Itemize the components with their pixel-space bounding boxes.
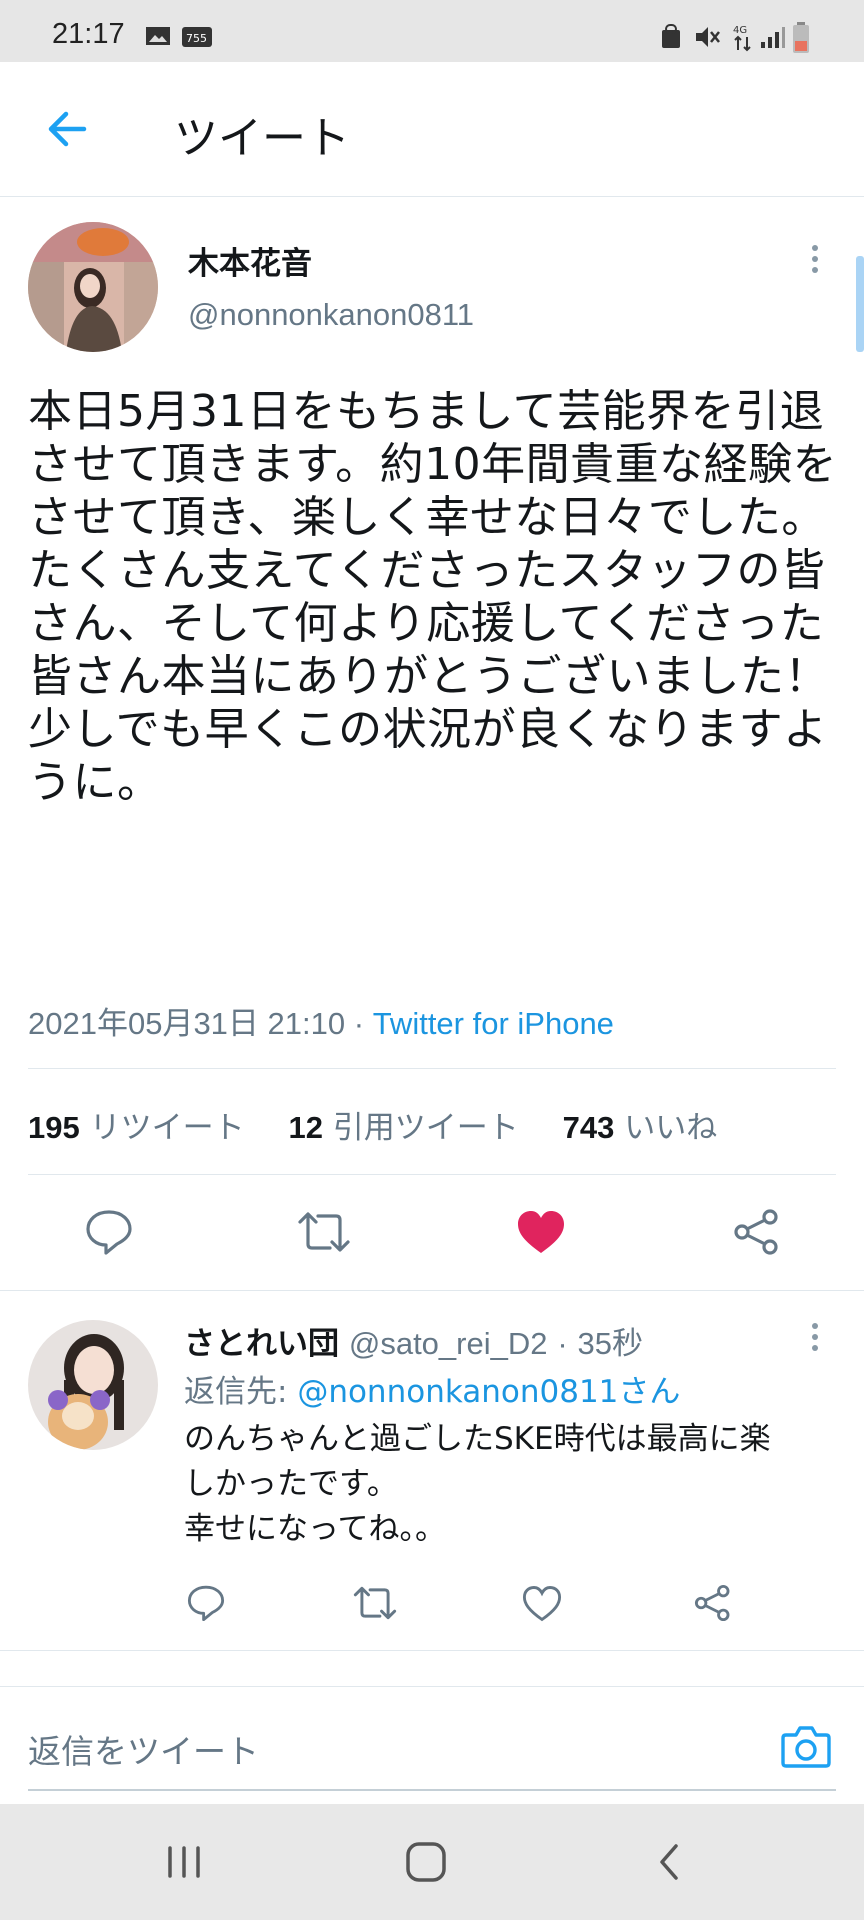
reply-time: 35秒 xyxy=(577,1326,644,1361)
reply-text-line: のんちゃんと過ごしたSKE時代は最高に楽 xyxy=(184,1421,771,1457)
reply-icon[interactable] xyxy=(84,1208,134,1256)
meta-separator: · xyxy=(353,1006,365,1041)
divider xyxy=(28,1068,836,1069)
battery-icon xyxy=(793,22,809,53)
share-icon[interactable] xyxy=(732,1208,782,1256)
reply-input[interactable]: 返信をツイート xyxy=(28,1725,259,1773)
top-app-bar: ツイート xyxy=(0,62,864,197)
author-name[interactable]: 木本花音 xyxy=(188,238,312,283)
likes-stat[interactable]: 743 いいね xyxy=(563,1110,718,1146)
system-nav-bar xyxy=(0,1804,864,1920)
reply-share-icon[interactable] xyxy=(693,1584,733,1622)
reply-separator: · xyxy=(557,1326,568,1361)
reply-author-name[interactable]: さとれい団 xyxy=(184,1326,339,1362)
scrollbar[interactable] xyxy=(856,256,864,352)
app-badge-icon: 755 xyxy=(182,27,212,47)
reply-to-label: 返信先: xyxy=(184,1374,298,1410)
recent-apps-icon[interactable] xyxy=(164,1844,204,1880)
page-title: ツイート xyxy=(174,113,350,164)
reply-to-handle-link[interactable]: @nonnonkanon0811さん xyxy=(297,1374,680,1410)
avatar[interactable] xyxy=(28,222,158,352)
system-back-icon[interactable] xyxy=(654,1842,684,1882)
tweet-timestamp: 2021年05月31日 21:10 xyxy=(28,1006,346,1041)
reply-text-line: しかったです。 xyxy=(184,1466,398,1502)
retweet-icon[interactable] xyxy=(296,1210,352,1254)
retweets-stat[interactable]: 195 リツイート xyxy=(28,1110,245,1146)
reply-composer[interactable]: 返信をツイート xyxy=(0,1686,864,1803)
like-icon-filled[interactable] xyxy=(516,1209,566,1255)
author-handle[interactable]: @nonnonkanon0811 xyxy=(188,297,474,333)
4g-icon: 4G xyxy=(733,25,751,52)
reply-text: のんちゃんと過ごしたSKE時代は最高に楽 しかったです。 幸せになってね。。 xyxy=(184,1417,844,1552)
svg-text:4G: 4G xyxy=(733,25,747,36)
replying-to: 返信先: @nonnonkanon0811さん xyxy=(184,1366,680,1411)
input-underline xyxy=(28,1789,836,1791)
tweet-stats: 195 リツイート 12 引用ツイート 743 いいね xyxy=(28,1102,717,1147)
quotes-stat[interactable]: 12 引用ツイート xyxy=(288,1110,518,1146)
reply-text-line: 幸せになってね。。 xyxy=(184,1511,446,1547)
more-options-icon[interactable] xyxy=(812,240,818,278)
image-icon xyxy=(146,27,170,45)
reply-more-options-icon[interactable] xyxy=(812,1318,818,1356)
reply-reply-icon[interactable] xyxy=(186,1584,226,1622)
divider xyxy=(0,1290,864,1291)
tweet-text: 本日5月31日をもちまして芸能界を引退させて頂きます。約10年間貴重な経験をさせ… xyxy=(28,386,838,808)
signal-icon xyxy=(761,27,785,48)
mute-icon xyxy=(696,27,720,47)
divider xyxy=(28,1174,836,1175)
home-icon[interactable] xyxy=(404,1840,448,1884)
status-bar: 21:17 755 4G xyxy=(0,0,864,62)
camera-icon[interactable] xyxy=(780,1723,832,1769)
reply-header: さとれい団 @sato_rei_D2 · 35秒 xyxy=(184,1318,643,1363)
svg-text:755: 755 xyxy=(186,32,207,45)
reply-retweet-icon[interactable] xyxy=(352,1585,398,1621)
reply-author-handle[interactable]: @sato_rei_D2 xyxy=(349,1326,548,1361)
recycle-lock-icon xyxy=(662,24,680,48)
status-time: 21:17 xyxy=(52,18,125,50)
tweet-source-link[interactable]: Twitter for iPhone xyxy=(373,1006,614,1041)
reply-avatar[interactable] xyxy=(28,1320,158,1450)
divider xyxy=(0,1650,864,1651)
tweet-meta: 2021年05月31日 21:10 · Twitter for iPhone xyxy=(28,998,614,1043)
reply-like-icon[interactable] xyxy=(522,1585,562,1622)
back-arrow-icon[interactable] xyxy=(44,106,90,152)
